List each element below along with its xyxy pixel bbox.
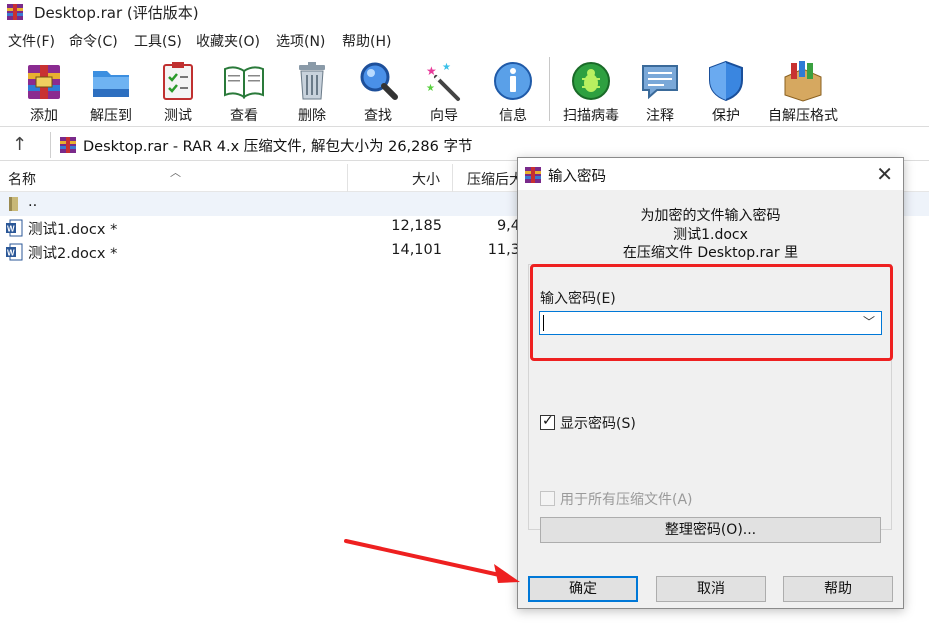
wizard-wand-icon: ★ ★ ★ (426, 62, 460, 101)
toolbar-add-label: 添加 (30, 108, 58, 124)
toolbar-wizard-label: 向导 (430, 108, 458, 124)
toolbar-protect-button[interactable]: 保护 (700, 53, 752, 127)
sfx-box-icon (784, 61, 822, 102)
rar-file-icon (60, 137, 76, 153)
file-name: .. (28, 194, 38, 210)
toolbar-test-button[interactable]: 测试 (152, 53, 204, 127)
file-packed-size: 11,3 (487, 242, 520, 258)
svg-text:★: ★ (442, 62, 451, 73)
toolbar-separator (549, 57, 550, 121)
svg-text:W: W (7, 225, 15, 234)
svg-text:★: ★ (426, 64, 437, 78)
toolbar-comment-label: 注释 (646, 108, 674, 124)
toolbar-extract-button[interactable]: 解压到 (82, 53, 140, 127)
word-document-icon: W (6, 219, 23, 237)
menu-bar: 文件(F) 命令(C) 工具(S) 收藏夹(O) 选项(N) 帮助(H) (0, 28, 929, 52)
file-size: 14,101 (391, 242, 442, 258)
toolbar-virus-scan-button[interactable]: 扫描病毒 (558, 53, 624, 127)
file-name: 测试1.docx * (28, 222, 118, 238)
menu-commands[interactable]: 命令(C) (69, 31, 118, 51)
toolbar-sfx-label: 自解压格式 (768, 108, 838, 124)
dialog-message-line1: 为加密的文件输入密码 (640, 208, 781, 224)
extract-folder-icon (93, 71, 129, 97)
sort-ascending-icon: ︿ (170, 166, 181, 179)
show-password-checkbox[interactable]: ✓ (540, 413, 555, 430)
column-divider[interactable] (347, 164, 348, 192)
magnifier-icon (360, 62, 398, 100)
menu-tools[interactable]: 工具(S) (134, 31, 182, 51)
toolbar-sfx-button[interactable]: 自解压格式 (762, 53, 844, 127)
column-size[interactable]: 大小 (412, 169, 440, 189)
toolbar-delete-label: 删除 (298, 108, 326, 124)
view-book-icon (224, 66, 264, 99)
up-arrow-icon[interactable]: ↑ (12, 134, 27, 155)
test-clipboard-icon (163, 62, 193, 100)
info-icon (494, 62, 532, 100)
dialog-titlebar: 输入密码 ✕ (518, 158, 903, 190)
annotation-arrow-icon (344, 539, 520, 583)
column-divider[interactable] (452, 164, 453, 192)
svg-text:★: ★ (426, 83, 435, 94)
shield-icon (709, 60, 743, 102)
toolbar-info-label: 信息 (499, 108, 527, 124)
trash-icon (299, 62, 325, 100)
winrar-app-icon (7, 4, 23, 20)
toolbar-test-label: 测试 (164, 108, 192, 124)
help-button[interactable]: 帮助 (783, 576, 893, 602)
column-packed[interactable]: 压缩后大 (467, 169, 523, 189)
word-document-icon: W (6, 243, 23, 261)
toolbar: 添加 解压到 测试 查看 删除 查找 ★ ★ ★ 向导 信息 扫描病毒 注释 保… (0, 53, 929, 127)
use-for-all-archives-checkbox[interactable] (540, 491, 555, 506)
checkmark-icon: ✓ (542, 413, 554, 429)
use-for-all-archives-label: 用于所有压缩文件(A) (560, 492, 693, 508)
menu-favorites[interactable]: 收藏夹(O) (196, 31, 260, 51)
highlight-annotation-box (530, 264, 893, 361)
file-size: 12,185 (391, 218, 442, 234)
window-titlebar: Desktop.rar (评估版本) (0, 0, 929, 26)
toolbar-find-button[interactable]: 查找 (352, 53, 404, 127)
ok-button[interactable]: 确定 (528, 576, 638, 602)
show-password-label[interactable]: 显示密码(S) (560, 413, 636, 433)
toolbar-delete-button[interactable]: 删除 (286, 53, 338, 127)
menu-options[interactable]: 选项(N) (276, 31, 325, 51)
toolbar-protect-label: 保护 (712, 108, 740, 124)
toolbar-virus-scan-label: 扫描病毒 (563, 108, 619, 124)
cancel-button[interactable]: 取消 (656, 576, 766, 602)
toolbar-find-label: 查找 (364, 108, 392, 124)
menu-help[interactable]: 帮助(H) (342, 31, 391, 51)
menu-file[interactable]: 文件(F) (8, 31, 55, 51)
toolbar-view-button[interactable]: 查看 (218, 53, 270, 127)
winrar-app-icon (525, 167, 541, 183)
organize-passwords-button[interactable]: 整理密码(O)... (540, 517, 881, 543)
toolbar-wizard-button[interactable]: ★ ★ ★ 向导 (418, 53, 470, 127)
window-title: Desktop.rar (评估版本) (34, 4, 199, 22)
toolbar-info-button[interactable]: 信息 (487, 53, 539, 127)
file-name: 测试2.docx * (28, 246, 118, 262)
address-text: Desktop.rar - RAR 4.x 压缩文件, 解包大小为 26,286… (83, 139, 473, 155)
dialog-message-archive: 在压缩文件 Desktop.rar 里 (622, 245, 799, 261)
toolbar-comment-button[interactable]: 注释 (634, 53, 686, 127)
column-name[interactable]: 名称 (8, 169, 36, 189)
dialog-message-filename: 测试1.docx (673, 227, 748, 243)
address-field[interactable]: Desktop.rar - RAR 4.x 压缩文件, 解包大小为 26,286… (50, 132, 929, 158)
svg-text:W: W (7, 249, 15, 258)
close-icon[interactable]: ✕ (876, 162, 893, 186)
add-archive-icon (28, 65, 60, 99)
file-packed-size: 9,4 (496, 218, 520, 234)
toolbar-add-button[interactable]: 添加 (18, 53, 70, 127)
comment-bubble-icon (642, 65, 678, 100)
toolbar-extract-label: 解压到 (90, 108, 132, 124)
toolbar-view-label: 查看 (230, 108, 258, 124)
virus-scan-icon (572, 62, 610, 100)
dialog-title: 输入密码 (548, 169, 606, 185)
parent-folder-icon (9, 197, 18, 211)
password-dialog: 输入密码 ✕ 为加密的文件输入密码 测试1.docx 在压缩文件 Desktop… (517, 157, 904, 609)
